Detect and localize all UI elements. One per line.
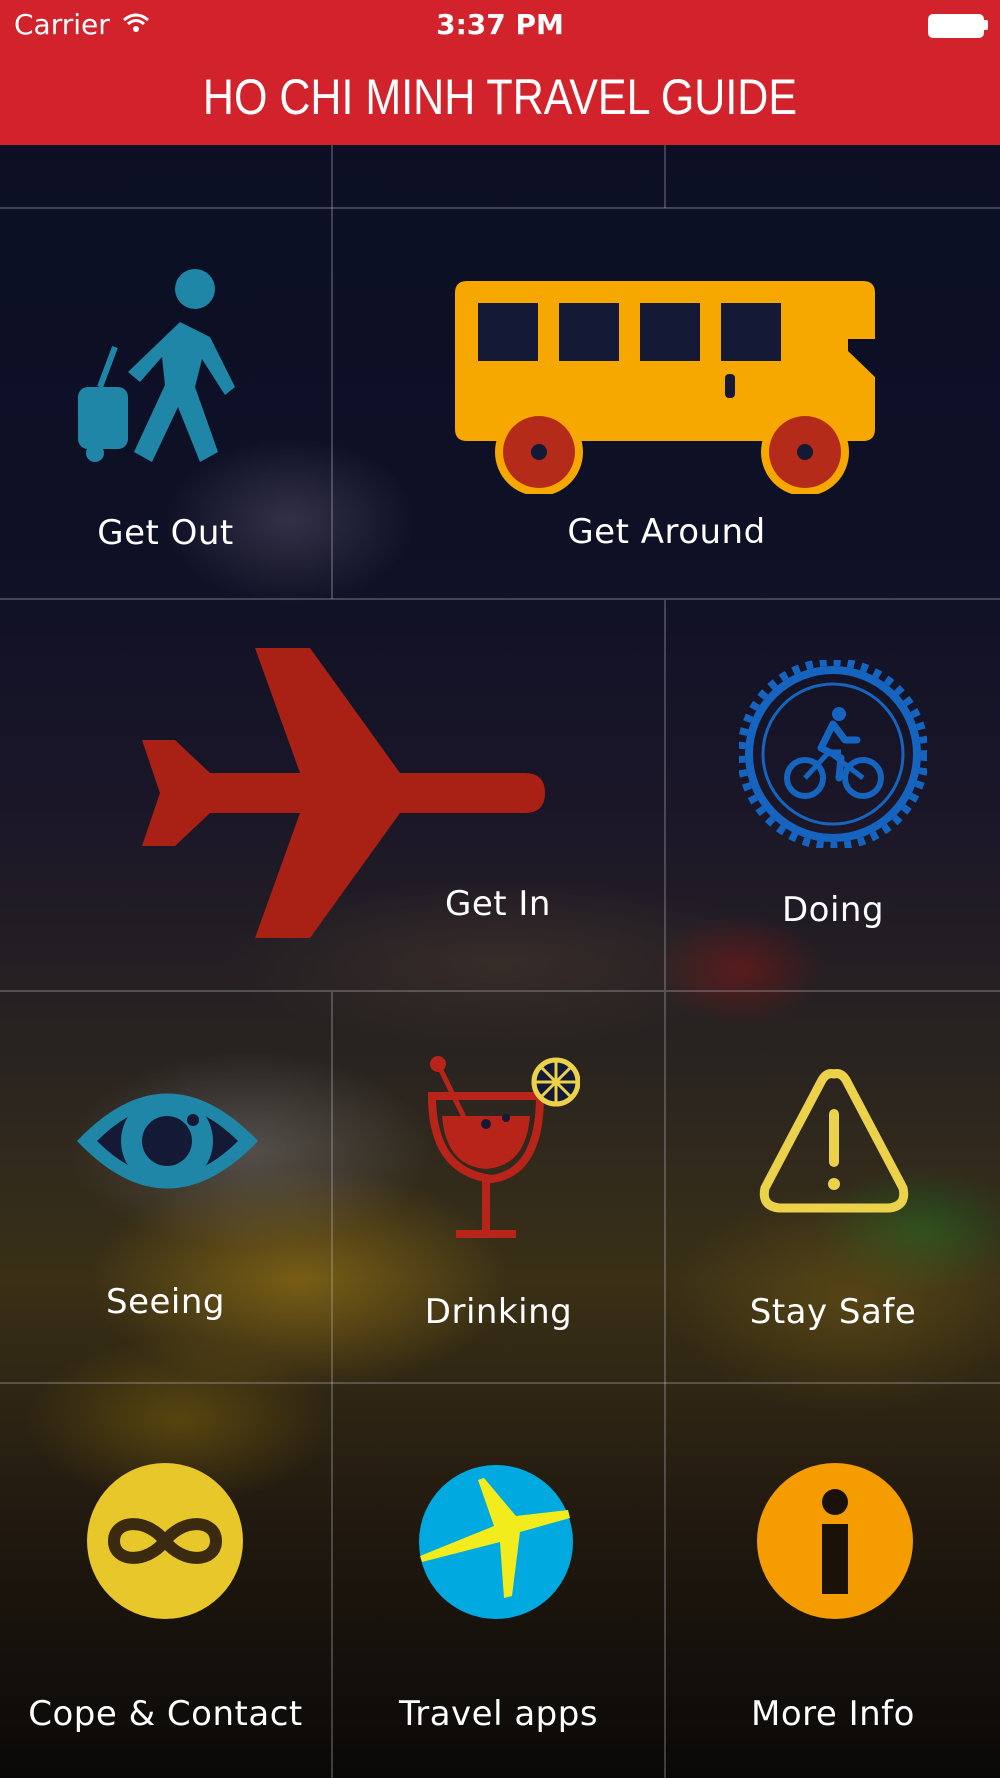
bicycle-gear-icon — [739, 660, 927, 848]
tile-label: Doing — [781, 890, 885, 930]
expedia-plane-icon — [419, 1465, 573, 1619]
menu-tile-more-info[interactable]: More Info — [666, 1384, 1000, 1778]
menu-tile-stay-safe[interactable]: Stay Safe — [666, 992, 1000, 1382]
walking-traveler-icon — [78, 269, 235, 462]
tile-label: Get In — [445, 884, 551, 924]
menu-tile-drinking[interactable]: Drinking — [333, 992, 664, 1382]
page-title: HO CHI MINH TRAVEL GUIDE — [202, 69, 798, 125]
tile-label: Get Around — [567, 512, 766, 552]
tile-label: Travel apps — [398, 1694, 599, 1734]
battery-icon — [928, 14, 984, 38]
info-icon — [757, 1463, 913, 1619]
status-bar: Carrier 3:37 PM — [0, 0, 1000, 48]
eye-icon — [77, 1093, 258, 1189]
status-time: 3:37 PM — [436, 8, 564, 41]
infinity-icon — [87, 1463, 243, 1619]
tile-label: Seeing — [106, 1282, 225, 1322]
app-header: Carrier 3:37 PM HO CHI MINH TRAVEL GUIDE — [0, 0, 1000, 145]
bus-icon — [455, 281, 875, 494]
menu-tile-get-out[interactable]: Get Out — [0, 209, 331, 598]
tile-label: Drinking — [424, 1292, 573, 1332]
battery-tip — [984, 20, 988, 30]
cocktail-icon — [428, 1056, 580, 1238]
tile-label: Stay Safe — [749, 1292, 917, 1332]
menu-tile-get-in[interactable]: Get In — [0, 600, 664, 990]
menu-tile-travel-apps[interactable]: Travel apps — [333, 1384, 664, 1778]
warning-icon — [759, 1069, 909, 1213]
menu-tile-doing[interactable]: Doing — [666, 600, 1000, 990]
menu-tile-seeing[interactable]: Seeing — [0, 992, 331, 1382]
tile-label: More Info — [751, 1694, 915, 1734]
tile-label: Get Out — [97, 513, 234, 553]
tile-label: Cope & Contact — [28, 1694, 303, 1734]
grid-divider — [664, 145, 666, 208]
menu-tile-cope-contact[interactable]: Cope & Contact — [0, 1384, 331, 1778]
menu-tile-get-around[interactable]: Get Around — [333, 209, 1000, 598]
